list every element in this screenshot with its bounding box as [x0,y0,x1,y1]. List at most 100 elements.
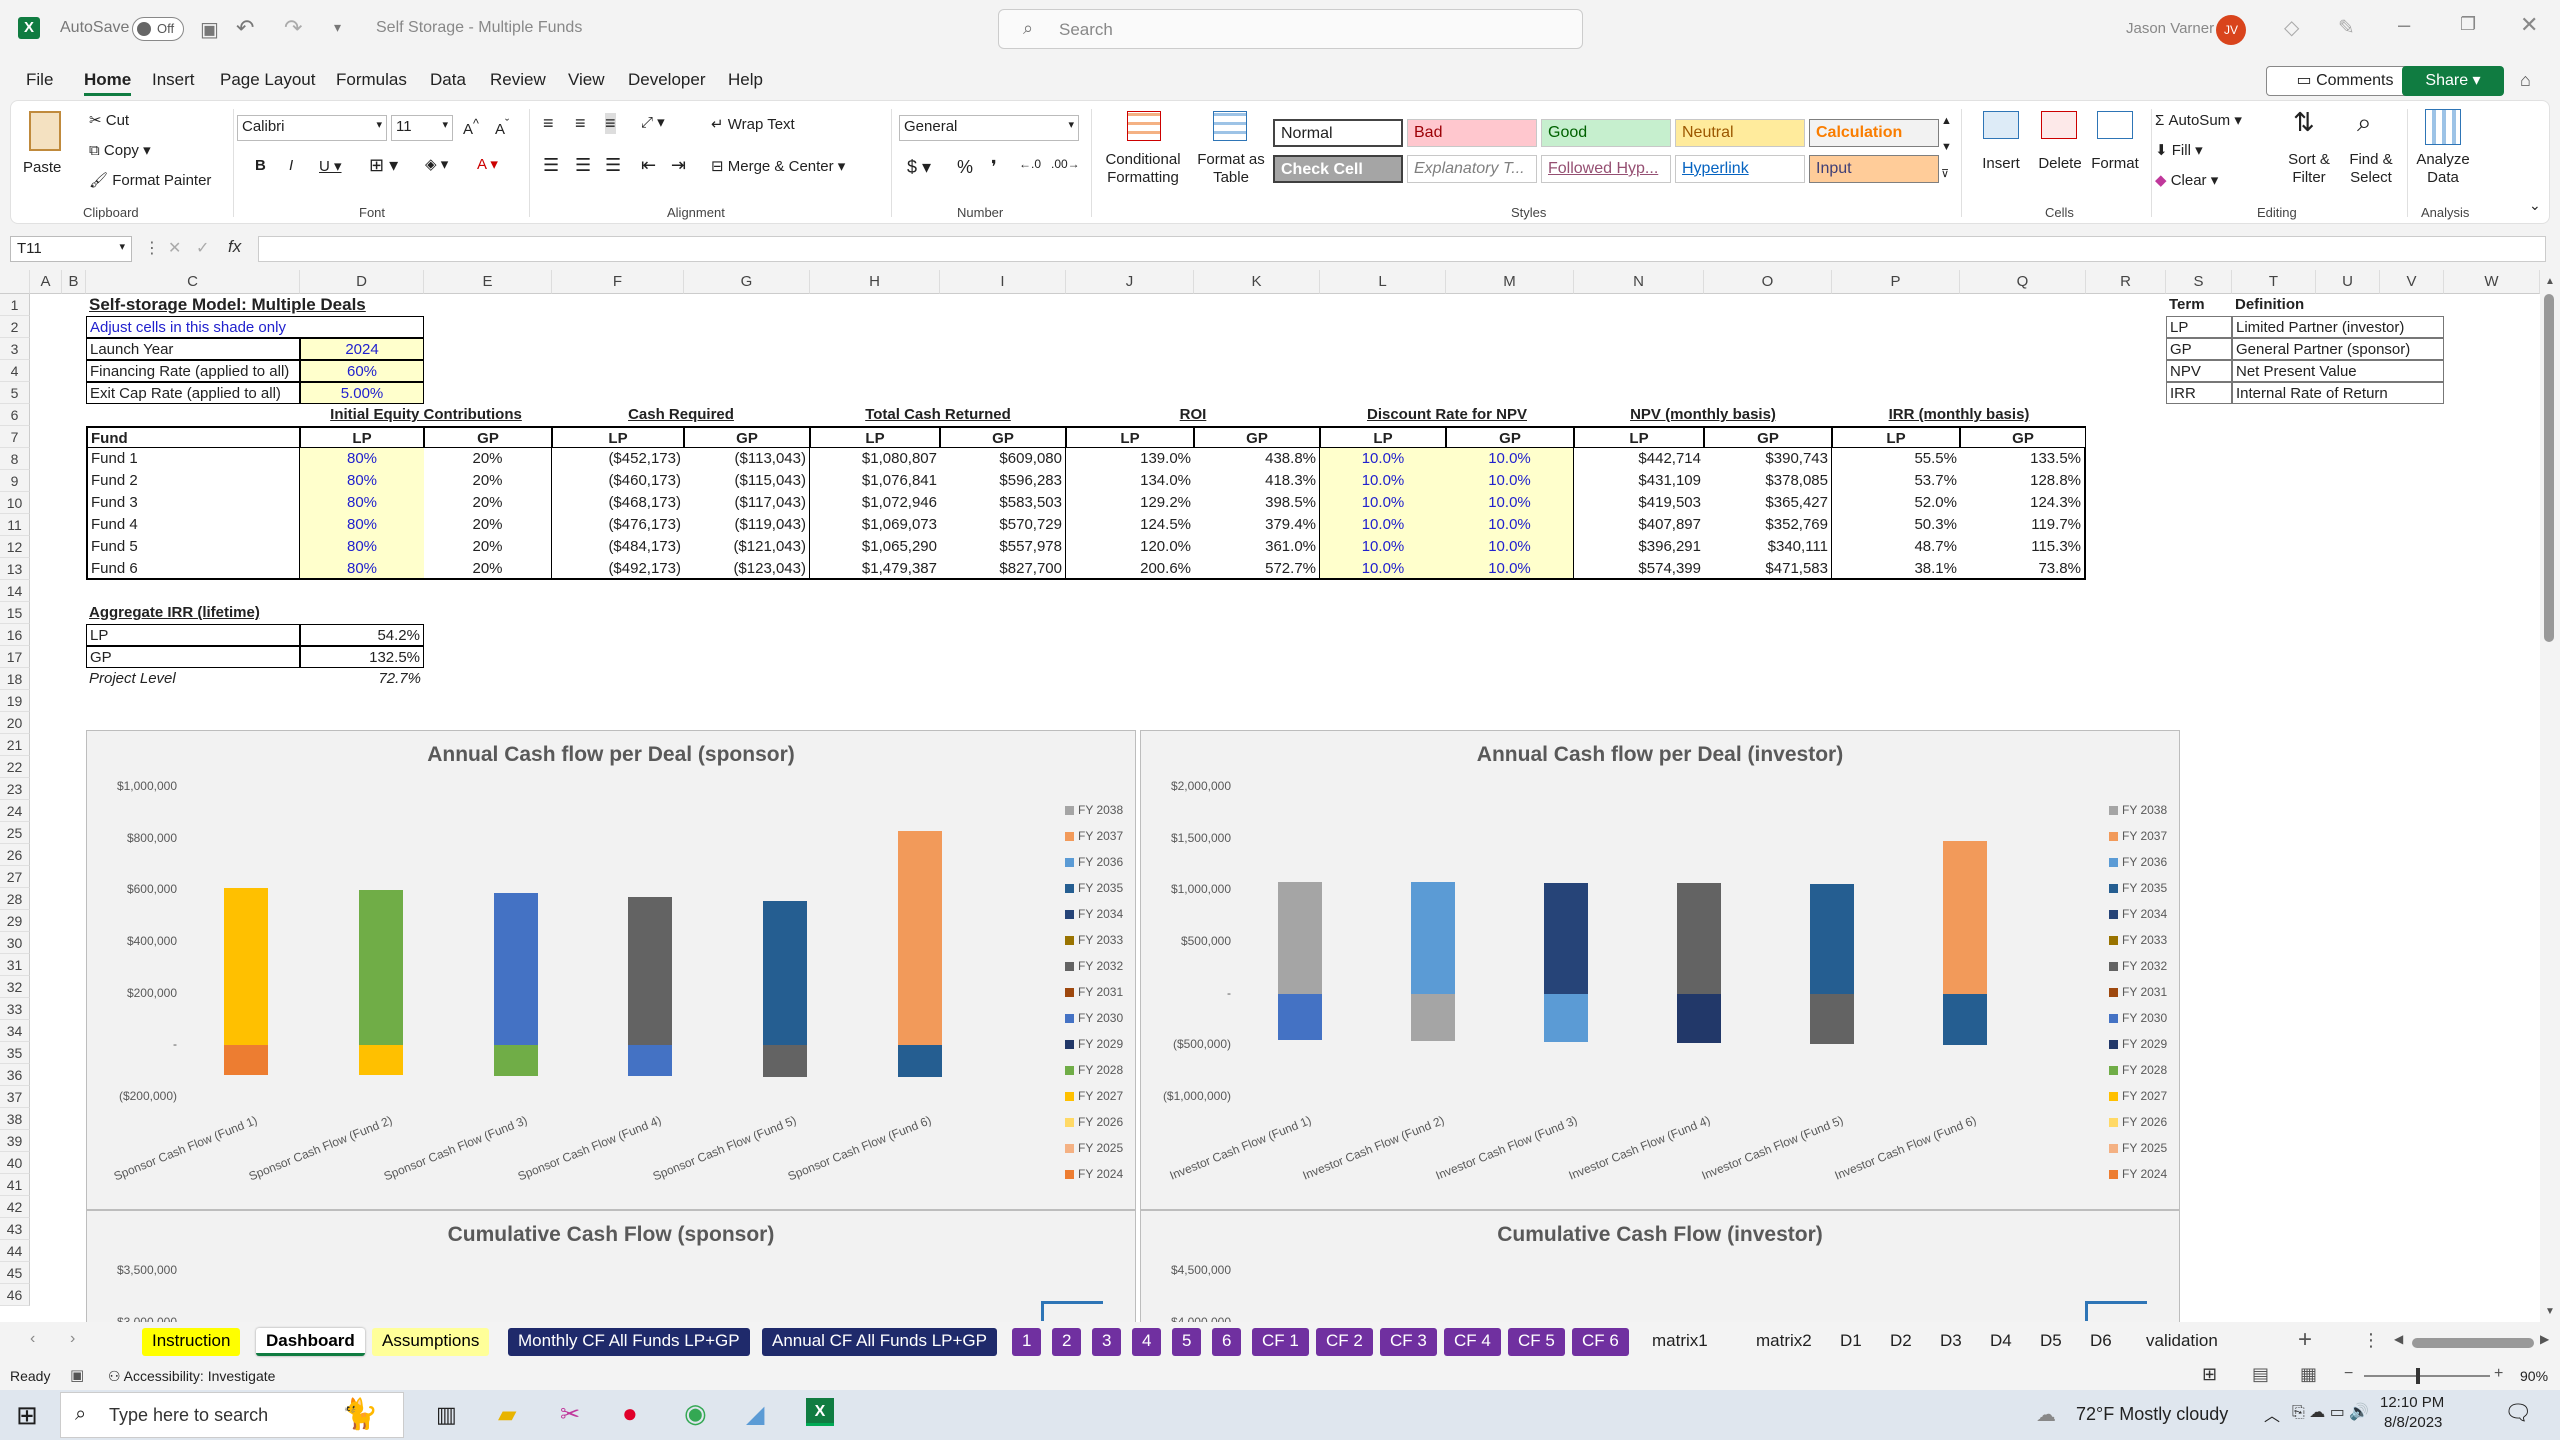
fund-name[interactable]: Fund 3 [86,492,300,514]
fund-value[interactable]: 379.4% [1194,514,1320,536]
lp-gp-header[interactable]: LP [1832,426,1960,448]
definition[interactable]: Limited Partner (investor) [2232,316,2444,338]
lp-gp-header[interactable]: GP [1194,426,1320,448]
page-layout-view-icon[interactable]: ▤ [2252,1364,2269,1385]
bar-positive[interactable] [763,900,807,1046]
bar-positive[interactable] [1809,883,1854,994]
cancel-formula-icon[interactable]: ✕ [168,238,181,258]
excel-logo-icon[interactable]: X [18,17,40,39]
currency-icon[interactable]: $ ▾ [907,157,931,178]
input-value[interactable]: 5.00% [300,382,424,404]
style-good[interactable]: Good [1541,119,1671,147]
font-name-select[interactable]: Calibri ▾ [237,115,387,141]
fund-value[interactable]: ($452,173) [552,448,684,470]
shrink-font-icon[interactable]: Aˇ [495,117,509,138]
fund-value[interactable]: ($121,043) [684,536,810,558]
tabs-more-icon[interactable]: ⋮ [2362,1330,2380,1351]
restore-icon[interactable]: ❐ [2460,14,2476,35]
fund-value[interactable]: ($460,173) [552,470,684,492]
bar-positive[interactable] [1543,883,1588,994]
percent-icon[interactable]: % [957,157,973,178]
lp-gp-header[interactable]: LP [1066,426,1194,448]
fund-value[interactable]: $352,769 [1704,514,1832,536]
bar-positive[interactable] [224,887,269,1046]
style-explanatory[interactable]: Explanatory T... [1407,155,1537,183]
diamond-icon[interactable]: ◇ [2284,15,2299,40]
fund-value[interactable]: $365,427 [1704,492,1832,514]
bar-chart-2[interactable]: Annual Cash flow per Deal (investor) $2,0… [1140,730,2180,1210]
bold-button[interactable]: B [255,157,266,174]
definition[interactable]: Net Present Value [2232,360,2444,382]
menu-data[interactable]: Data [430,70,466,90]
input-value[interactable]: 2024 [300,338,424,360]
fund-value[interactable]: 80% [300,558,424,580]
fund-value[interactable]: ($123,043) [684,558,810,580]
style-normal[interactable]: Normal [1273,119,1403,147]
weather-text[interactable]: 72°F Mostly cloudy [2076,1404,2228,1425]
styles-scroll-down-icon[interactable]: ▼ [1941,141,1952,153]
decrease-indent-icon[interactable]: ⇤ [641,155,656,176]
bar-positive[interactable] [628,896,673,1046]
sheet-tab-cf-5[interactable]: CF 5 [1508,1328,1565,1356]
bar-negative[interactable] [1410,993,1455,1042]
pen-icon[interactable]: ✎ [2338,15,2355,40]
fund-value[interactable]: $442,714 [1574,448,1704,470]
menu-file[interactable]: File [26,70,53,90]
fund-value[interactable]: $1,080,807 [810,448,940,470]
fund-value[interactable]: 398.5% [1194,492,1320,514]
hscroll-left-icon[interactable]: ◀ [2394,1332,2403,1346]
fund-value[interactable]: 52.0% [1832,492,1960,514]
fund-value[interactable]: 50.3% [1832,514,1960,536]
fund-value[interactable]: $583,503 [940,492,1066,514]
grow-font-icon[interactable]: A^ [463,117,479,138]
page-break-view-icon[interactable]: ▦ [2300,1364,2317,1385]
fund-value[interactable]: 10.0% [1320,470,1446,492]
fund-value[interactable]: $557,978 [940,536,1066,558]
group-header[interactable]: Initial Equity Contributions [300,404,552,426]
bar-negative[interactable] [1543,993,1588,1043]
sheet-tab-d4[interactable]: D4 [1980,1328,2022,1356]
sheet-tab-dashboard[interactable]: Dashboard [256,1328,365,1356]
fund-value[interactable]: 10.0% [1446,536,1574,558]
fund-value[interactable]: 80% [300,536,424,558]
vertical-scrollbar-track[interactable]: ▲ ▼ [2540,270,2560,1322]
sheet-tab-assumptions[interactable]: Assumptions [372,1328,490,1356]
snip-tool-icon[interactable]: ✂ [560,1400,580,1429]
accessibility-status[interactable]: ⚇ Accessibility: Investigate [108,1368,275,1385]
scroll-down-arrow-icon[interactable]: ▼ [2545,1306,2555,1317]
autosave-toggle[interactable]: Off [132,17,184,41]
formula-more-icon[interactable]: ⋮ [144,238,160,258]
fund-value[interactable]: 55.5% [1832,448,1960,470]
orientation-icon[interactable]: ⤢ ▾ [641,113,665,131]
fund-value[interactable]: 20% [424,514,552,536]
bar-positive[interactable] [1410,882,1455,994]
fund-value[interactable]: $1,069,073 [810,514,940,536]
bar-negative[interactable] [1942,993,1987,1045]
fund-value[interactable]: 10.0% [1320,514,1446,536]
menu-formulas[interactable]: Formulas [336,70,407,90]
aggregate-value[interactable]: 72.7% [300,668,424,690]
fund-value[interactable]: 73.8% [1960,558,2086,580]
redo-icon[interactable]: ↷ [284,15,302,41]
adjust-note[interactable]: Adjust cells in this shade only [86,316,424,338]
lp-gp-header[interactable]: LP [300,426,424,448]
taskbar-search[interactable]: ⌕ Type here to search 🐈 [60,1392,404,1438]
app-icon[interactable]: ◢ [746,1400,764,1429]
fund-name[interactable]: Fund 6 [86,558,300,580]
minimize-icon[interactable]: – [2398,12,2410,38]
fund-value[interactable]: $471,583 [1704,558,1832,580]
fund-value[interactable]: 20% [424,448,552,470]
wrap-text-button[interactable]: ↵ Wrap Text [711,115,795,133]
styles-scroll-up-icon[interactable]: ▲ [1941,115,1952,127]
fund-value[interactable]: 20% [424,558,552,580]
add-sheet-icon[interactable]: + [2298,1326,2312,1354]
fund-name[interactable]: Fund 2 [86,470,300,492]
align-right-icon[interactable]: ☰ [605,155,621,176]
bar-negative[interactable] [359,1045,403,1076]
zoom-level[interactable]: 90% [2520,1368,2548,1384]
task-view-icon[interactable]: ▥ [436,1402,457,1428]
comments-button[interactable]: ▭ Comments [2266,66,2424,96]
bar-negative[interactable] [493,1045,538,1076]
fund-value[interactable]: $1,072,946 [810,492,940,514]
fund-value[interactable]: 128.8% [1960,470,2086,492]
